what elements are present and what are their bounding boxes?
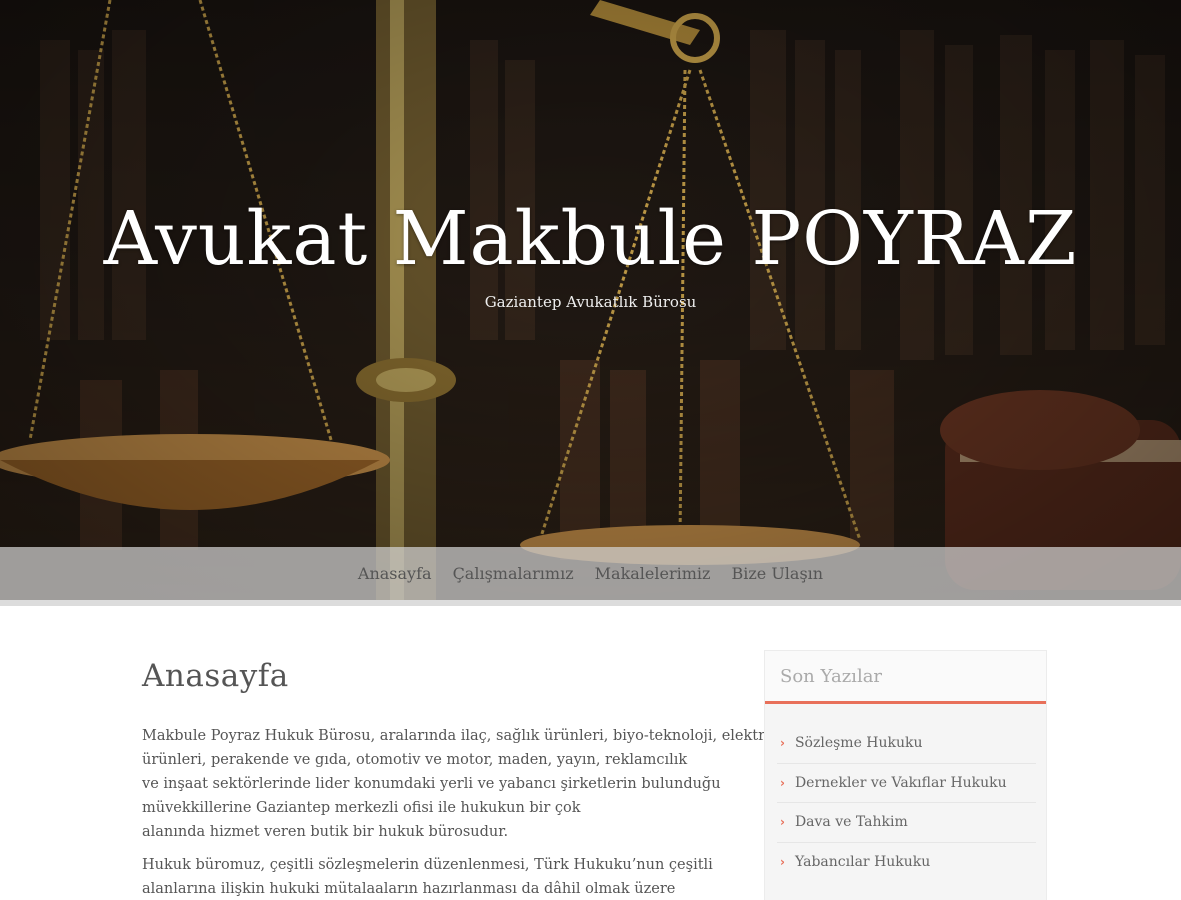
recent-post-link[interactable]: Dava ve Tahkim	[795, 814, 908, 830]
list-item: › Dernekler ve Vakıflar Hukuku	[777, 764, 1036, 803]
list-item: › Sözleşme Hukuku	[777, 724, 1036, 764]
nav-item-anasayfa[interactable]: Anasayfa	[358, 565, 432, 582]
nav-item-calismalarimiz[interactable]: Çalışmalarımız	[453, 565, 574, 582]
page-title: Anasayfa	[142, 658, 289, 694]
intro-paragraph: Makbule Poyraz Hukuk Bürosu, aralarında …	[142, 724, 779, 844]
paragraph-line: alanlarına ilişkin hukuki mütalaaların h…	[142, 881, 676, 897]
chevron-right-icon: ›	[780, 775, 785, 790]
site-description: Gaziantep Avukatlık Bürosu	[484, 293, 697, 311]
paragraph-line: Hukuk büromuz, çeşitli sözleşmelerin düz…	[142, 857, 713, 873]
second-paragraph: Hukuk büromuz, çeşitli sözleşmelerin düz…	[142, 853, 722, 900]
chevron-right-icon: ›	[780, 815, 785, 830]
site-header: Avukat Makbule POYRAZ Gaziantep Avukatlı…	[0, 0, 1181, 600]
recent-post-link[interactable]: Yabancılar Hukuku	[795, 854, 930, 870]
nav-item-bize-ulasin[interactable]: Bize Ulaşın	[731, 565, 823, 582]
nav-divider	[0, 600, 1181, 606]
main-navigation: Anasayfa Çalışmalarımız Makalelerimiz Bi…	[0, 547, 1181, 600]
chevron-right-icon: ›	[780, 736, 785, 751]
recent-posts-widget: Son Yazılar › Sözleşme Hukuku › Dernekle…	[764, 650, 1047, 900]
paragraph-line: ürünleri, perakende ve gıda, otomotiv ve…	[142, 752, 688, 768]
widget-title: Son Yazılar	[765, 651, 1046, 704]
main-content: Anasayfa Makbule Poyraz Hukuk Bürosu, ar…	[142, 658, 779, 897]
paragraph-line: Makbule Poyraz Hukuk Bürosu, aralarında …	[142, 728, 779, 744]
recent-post-link[interactable]: Sözleşme Hukuku	[795, 735, 923, 751]
recent-posts-list: › Sözleşme Hukuku › Dernekler ve Vakıfla…	[765, 704, 1046, 882]
paragraph-line: müvekkillerine Gaziantep merkezli ofisi …	[142, 800, 581, 816]
list-item: › Yabancılar Hukuku	[777, 843, 1036, 883]
recent-post-link[interactable]: Dernekler ve Vakıflar Hukuku	[795, 775, 1007, 791]
paragraph-line: alanında hizmet veren butik bir hukuk bü…	[142, 824, 509, 840]
paragraph-line: ve inşaat sektörlerinde lider konumdaki …	[142, 776, 721, 792]
chevron-right-icon: ›	[780, 855, 785, 870]
nav-item-makalelerimiz[interactable]: Makalelerimiz	[595, 565, 711, 582]
site-title[interactable]: Avukat Makbule POYRAZ	[0, 196, 1181, 282]
list-item: › Dava ve Tahkim	[777, 803, 1036, 843]
